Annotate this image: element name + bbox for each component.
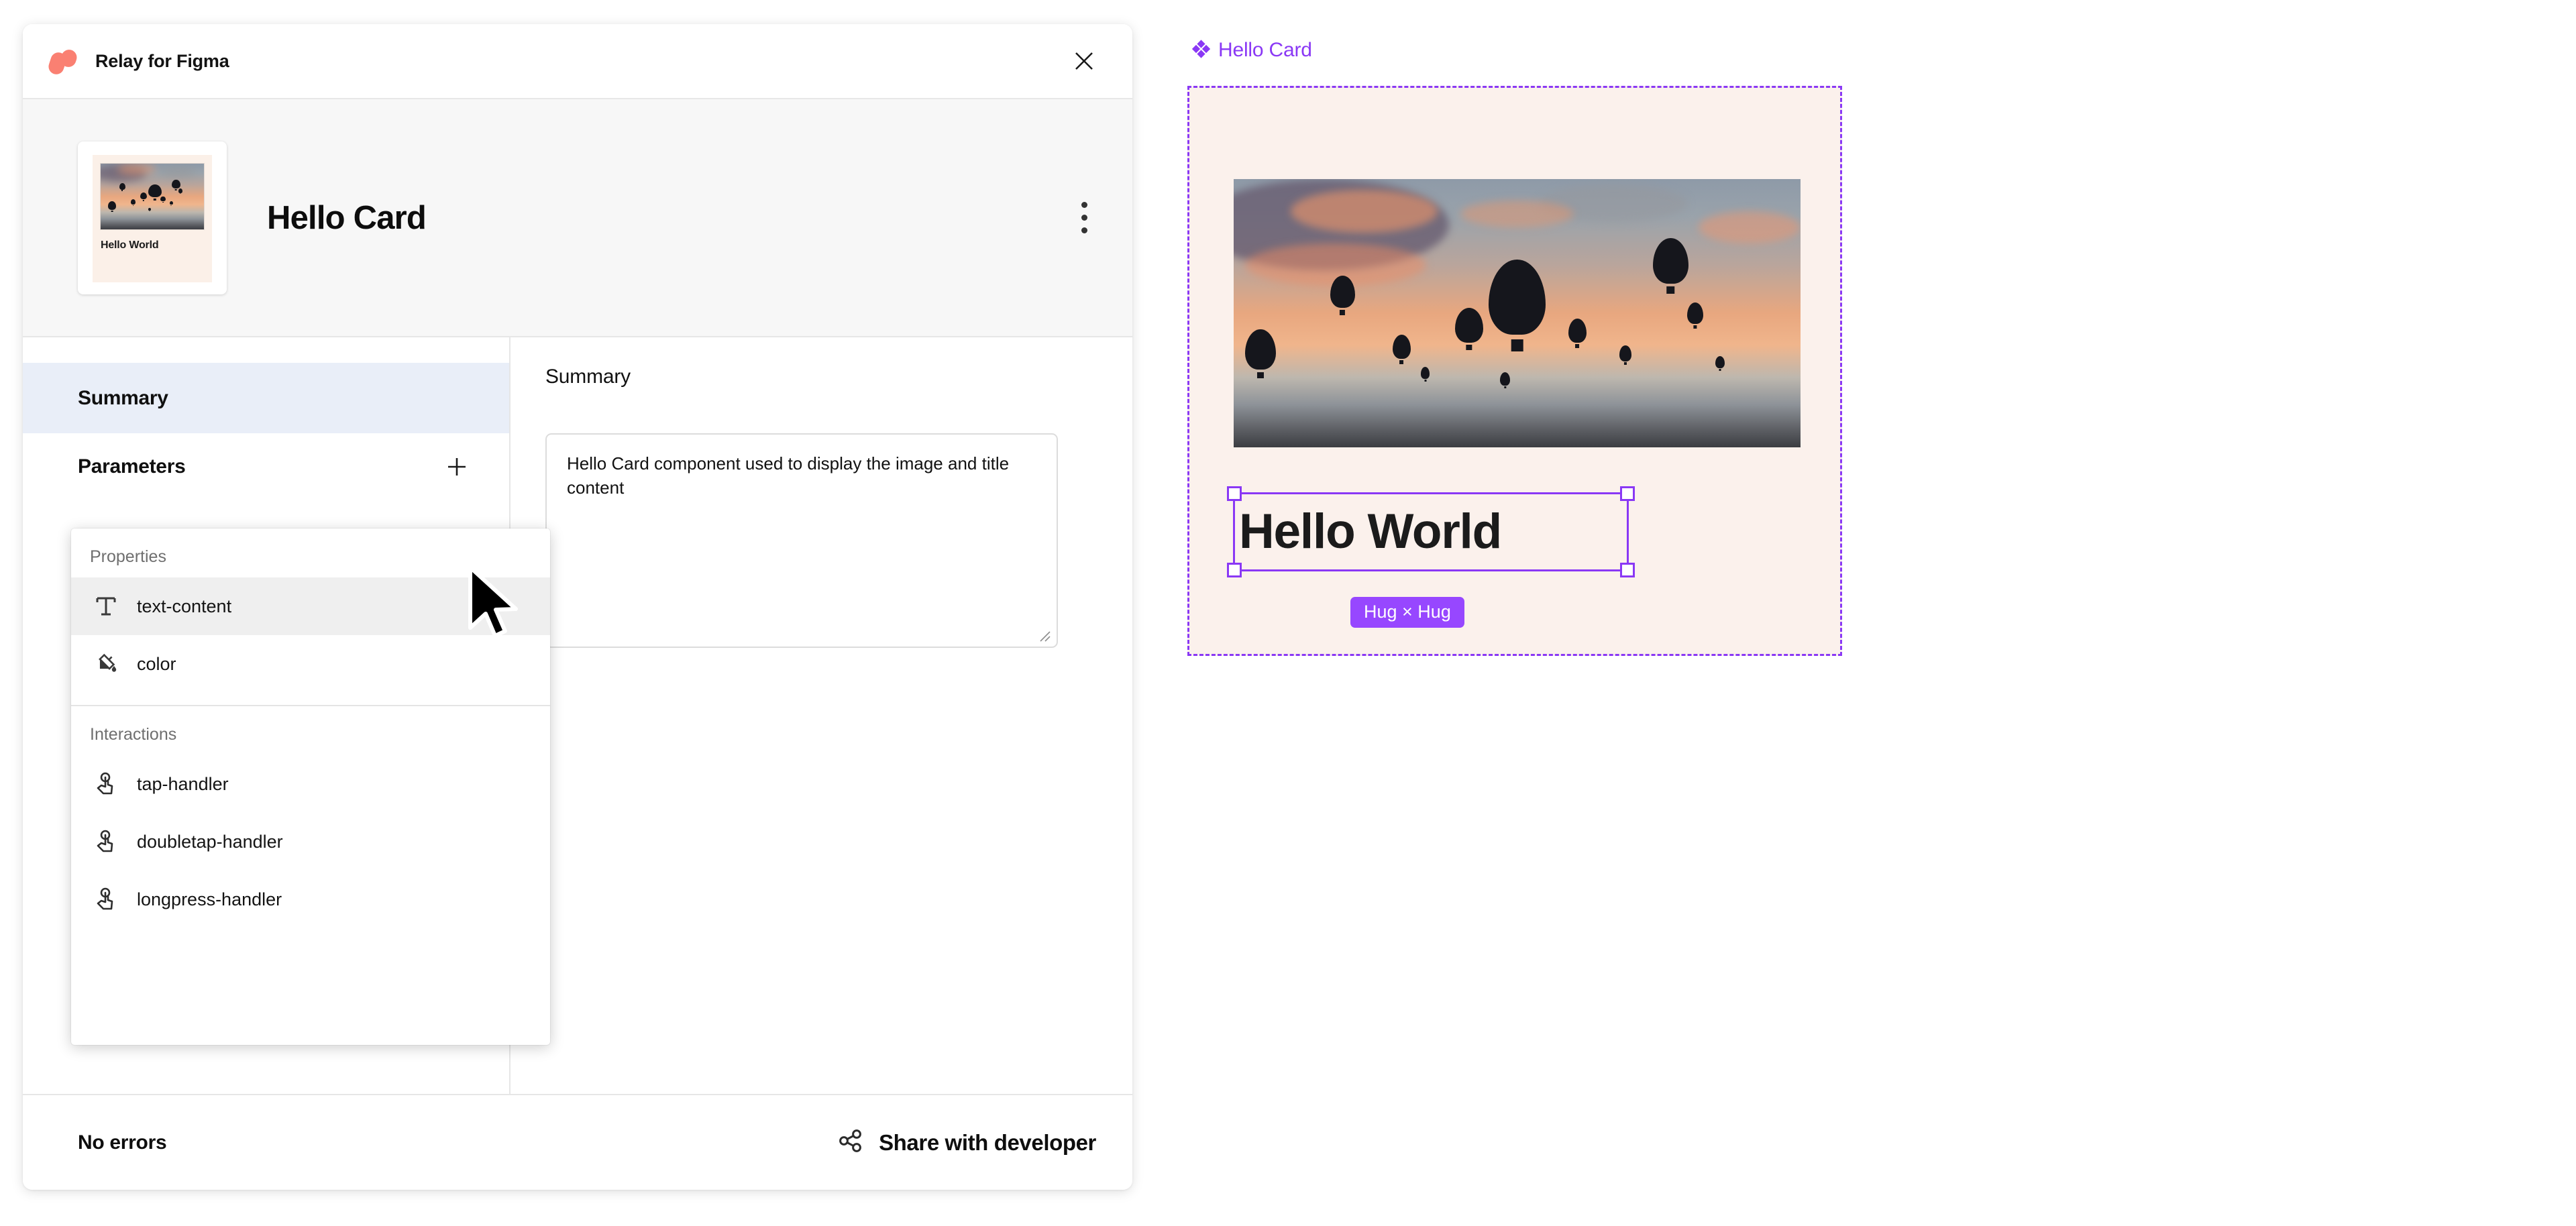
sidebar-item-summary-label: Summary: [78, 386, 168, 409]
resize-handle-top-right[interactable]: [1620, 486, 1635, 501]
summary-pane-title: Summary: [545, 366, 631, 388]
sidebar-item-summary[interactable]: Summary: [23, 363, 509, 433]
component-thumbnail[interactable]: Hello World: [78, 141, 227, 294]
resize-handle-bottom-left[interactable]: [1227, 563, 1242, 577]
dropdown-section-properties-label: Properties: [90, 547, 166, 566]
frame-label-text: Hello Card: [1218, 39, 1312, 61]
dropdown-item-label: color: [137, 653, 176, 674]
resize-handle-top-left[interactable]: [1227, 486, 1242, 501]
dropdown-section-interactions-label: Interactions: [90, 725, 177, 744]
dropdown-item-tap-handler[interactable]: tap-handler: [71, 755, 550, 813]
panel-titlebar: Relay for Figma: [23, 24, 1132, 99]
selection-bounding-box: [1227, 486, 1635, 577]
tap-gesture-icon: [90, 826, 122, 858]
resize-grip-icon[interactable]: [1036, 628, 1051, 643]
dropdown-item-doubletap-handler[interactable]: doubletap-handler: [71, 813, 550, 871]
panel-footer: No errors Share with developer: [23, 1094, 1132, 1190]
relay-plugin-panel: Relay for Figma Hello World Hello Card S…: [23, 24, 1132, 1190]
tap-gesture-icon: [90, 883, 122, 915]
share-icon: [836, 1127, 864, 1158]
component-name: Hello Card: [267, 199, 427, 236]
figma-component-icon: [1191, 39, 1211, 62]
dropdown-item-longpress-handler[interactable]: longpress-handler: [71, 871, 550, 928]
summary-pane: Summary Hello Card component used to dis…: [511, 337, 1132, 1094]
status-badge: No errors: [78, 1131, 167, 1154]
frame-label[interactable]: Hello Card: [1191, 39, 1312, 62]
plus-icon[interactable]: [439, 449, 474, 484]
size-badge: Hug × Hug: [1350, 597, 1464, 628]
dropdown-item-label: longpress-handler: [137, 889, 282, 909]
text-type-icon: [90, 590, 122, 622]
paint-bucket-icon: [90, 648, 122, 680]
kebab-menu-icon[interactable]: [1065, 192, 1103, 243]
thumbnail-caption: Hello World: [101, 239, 159, 251]
dropdown-item-label: text-content: [137, 596, 232, 616]
share-with-developer-button[interactable]: Share with developer: [836, 1127, 1096, 1158]
parameters-label: Parameters: [78, 455, 186, 478]
add-parameter-dropdown: Properties text-content color Interactio…: [71, 528, 550, 1045]
tap-gesture-icon: [90, 768, 122, 800]
dropdown-item-label: tap-handler: [137, 773, 229, 794]
screen-root: Relay for Figma Hello World Hello Card S…: [0, 0, 2576, 1226]
summary-textarea-value: Hello Card component used to display the…: [567, 453, 1014, 498]
component-header: Hello World Hello Card: [23, 99, 1132, 337]
panel-title: Relay for Figma: [95, 50, 229, 71]
close-icon[interactable]: [1065, 42, 1103, 80]
hero-image[interactable]: [1234, 179, 1801, 447]
thumbnail-image: [100, 162, 205, 230]
resize-handle-bottom-right[interactable]: [1620, 563, 1635, 577]
dropdown-item-text-content[interactable]: text-content: [71, 577, 550, 635]
share-with-developer-label: Share with developer: [879, 1129, 1096, 1155]
parameters-header: Parameters: [23, 433, 509, 500]
relay-logo-icon: [46, 48, 82, 76]
dropdown-item-label: doubletap-handler: [137, 831, 283, 852]
summary-textarea[interactable]: Hello Card component used to display the…: [545, 433, 1058, 648]
dropdown-item-color[interactable]: color: [71, 635, 550, 693]
